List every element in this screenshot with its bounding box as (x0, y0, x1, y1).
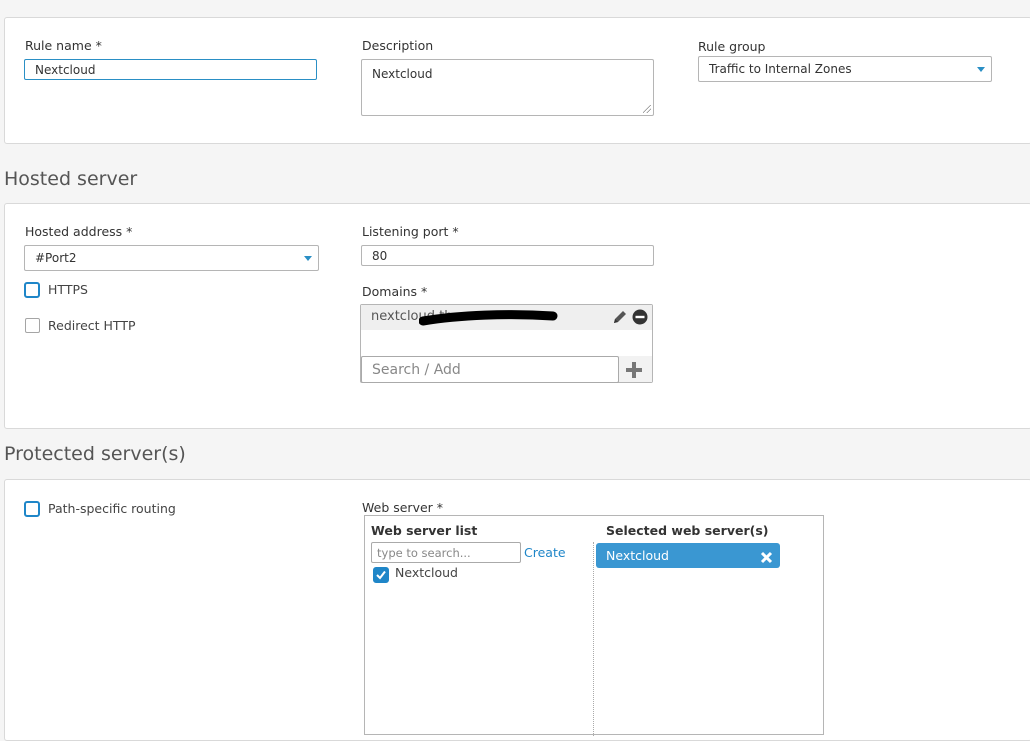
description-value: Nextcloud (372, 67, 433, 81)
listening-port-label: Listening port * (362, 224, 459, 239)
picker-divider (593, 542, 594, 736)
selected-web-servers-header: Selected web server(s) (606, 523, 769, 538)
redirect-http-checkbox[interactable] (25, 318, 40, 333)
domain-search-area: Search / Add (361, 356, 652, 383)
domain-search-input[interactable]: Search / Add (361, 356, 619, 383)
rule-name-label: Rule name * (25, 38, 102, 53)
hosted-address-value: #Port2 (35, 251, 77, 265)
path-routing-label: Path-specific routing (48, 501, 176, 516)
chevron-down-icon (304, 256, 312, 261)
web-server-list-header: Web server list (371, 523, 478, 538)
hosted-address-label: Hosted address * (25, 224, 133, 239)
rule-name-input[interactable]: Nextcloud (24, 59, 317, 80)
web-server-picker: Web server list type to search... Create… (364, 515, 824, 736)
resize-handle-icon[interactable] (643, 105, 651, 113)
domains-box: nextcloud.the Search / Add (360, 304, 653, 383)
remove-circle-icon[interactable] (632, 309, 648, 325)
pencil-icon[interactable] (611, 308, 629, 326)
create-web-server-link[interactable]: Create (524, 545, 566, 560)
description-textarea[interactable]: Nextcloud (361, 59, 654, 116)
https-label: HTTPS (48, 282, 88, 297)
rule-name-value: Nextcloud (35, 62, 96, 77)
selected-web-server-chip[interactable]: Nextcloud (596, 543, 780, 568)
listening-port-input[interactable]: 80 (361, 245, 654, 266)
domain-search-placeholder: Search / Add (372, 362, 461, 378)
web-server-search-input[interactable]: type to search... (371, 542, 521, 563)
rule-group-value: Traffic to Internal Zones (709, 62, 852, 76)
chevron-down-icon (977, 67, 985, 72)
web-server-item-checkbox[interactable] (373, 567, 389, 583)
plus-icon[interactable] (625, 361, 643, 379)
web-server-item-label: Nextcloud (395, 565, 458, 580)
hosted-address-select[interactable]: #Port2 (24, 245, 319, 271)
web-server-label: Web server * (362, 500, 444, 515)
redaction-scribble (419, 310, 558, 326)
https-checkbox[interactable] (24, 282, 40, 298)
web-server-search-placeholder: type to search... (377, 546, 471, 560)
web-server-list-item[interactable]: Nextcloud (373, 565, 573, 584)
close-icon[interactable] (760, 549, 773, 564)
rule-group-select[interactable]: Traffic to Internal Zones (698, 56, 992, 82)
path-routing-checkbox[interactable] (24, 501, 40, 517)
selected-web-server-label: Nextcloud (606, 548, 669, 563)
listening-port-value: 80 (372, 248, 388, 263)
description-label: Description (362, 38, 434, 53)
redirect-http-label: Redirect HTTP (48, 318, 136, 333)
protected-servers-title: Protected server(s) (4, 443, 186, 465)
domain-list-item[interactable]: nextcloud.the (361, 305, 652, 330)
hosted-server-title: Hosted server (4, 168, 138, 190)
domains-label: Domains * (362, 284, 428, 299)
rule-group-label: Rule group (698, 39, 766, 54)
